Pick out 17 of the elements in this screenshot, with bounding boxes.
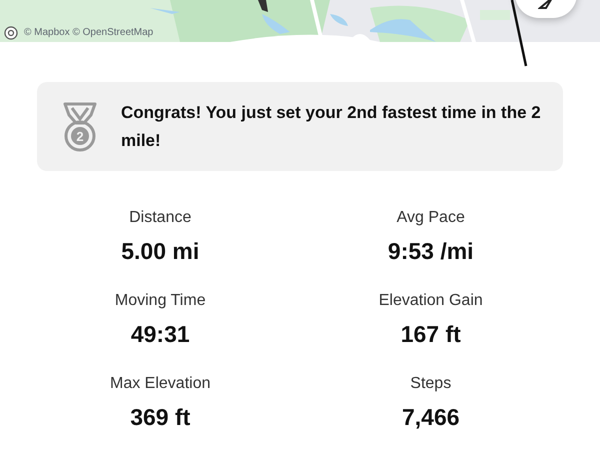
pen-stroke xyxy=(510,0,528,68)
stat-label: Moving Time xyxy=(114,291,206,311)
stat-value: 7,466 xyxy=(402,403,460,432)
stat-value: 49:31 xyxy=(130,320,190,349)
stat-value: 9:53 /mi xyxy=(388,237,474,266)
map-attribution[interactable]: © Mapbox © OpenStreetMap xyxy=(24,25,154,40)
stat-value: 369 ft xyxy=(130,403,190,432)
logo-icon xyxy=(4,26,18,40)
achievement-message: Congrats! You just set your 2nd fastest time in the 2 mile! xyxy=(121,102,542,152)
stat-label: Avg Pace xyxy=(396,208,465,228)
stat-label: Max Elevation xyxy=(110,374,210,394)
stat-label: Steps xyxy=(410,374,452,394)
navigation-arrow-icon xyxy=(538,0,554,10)
stat-label: Elevation Gain xyxy=(378,291,483,311)
stat-value: 167 ft xyxy=(400,320,461,349)
stat-label: Distance xyxy=(129,208,192,228)
stat-value: 5.00 mi xyxy=(121,237,200,266)
